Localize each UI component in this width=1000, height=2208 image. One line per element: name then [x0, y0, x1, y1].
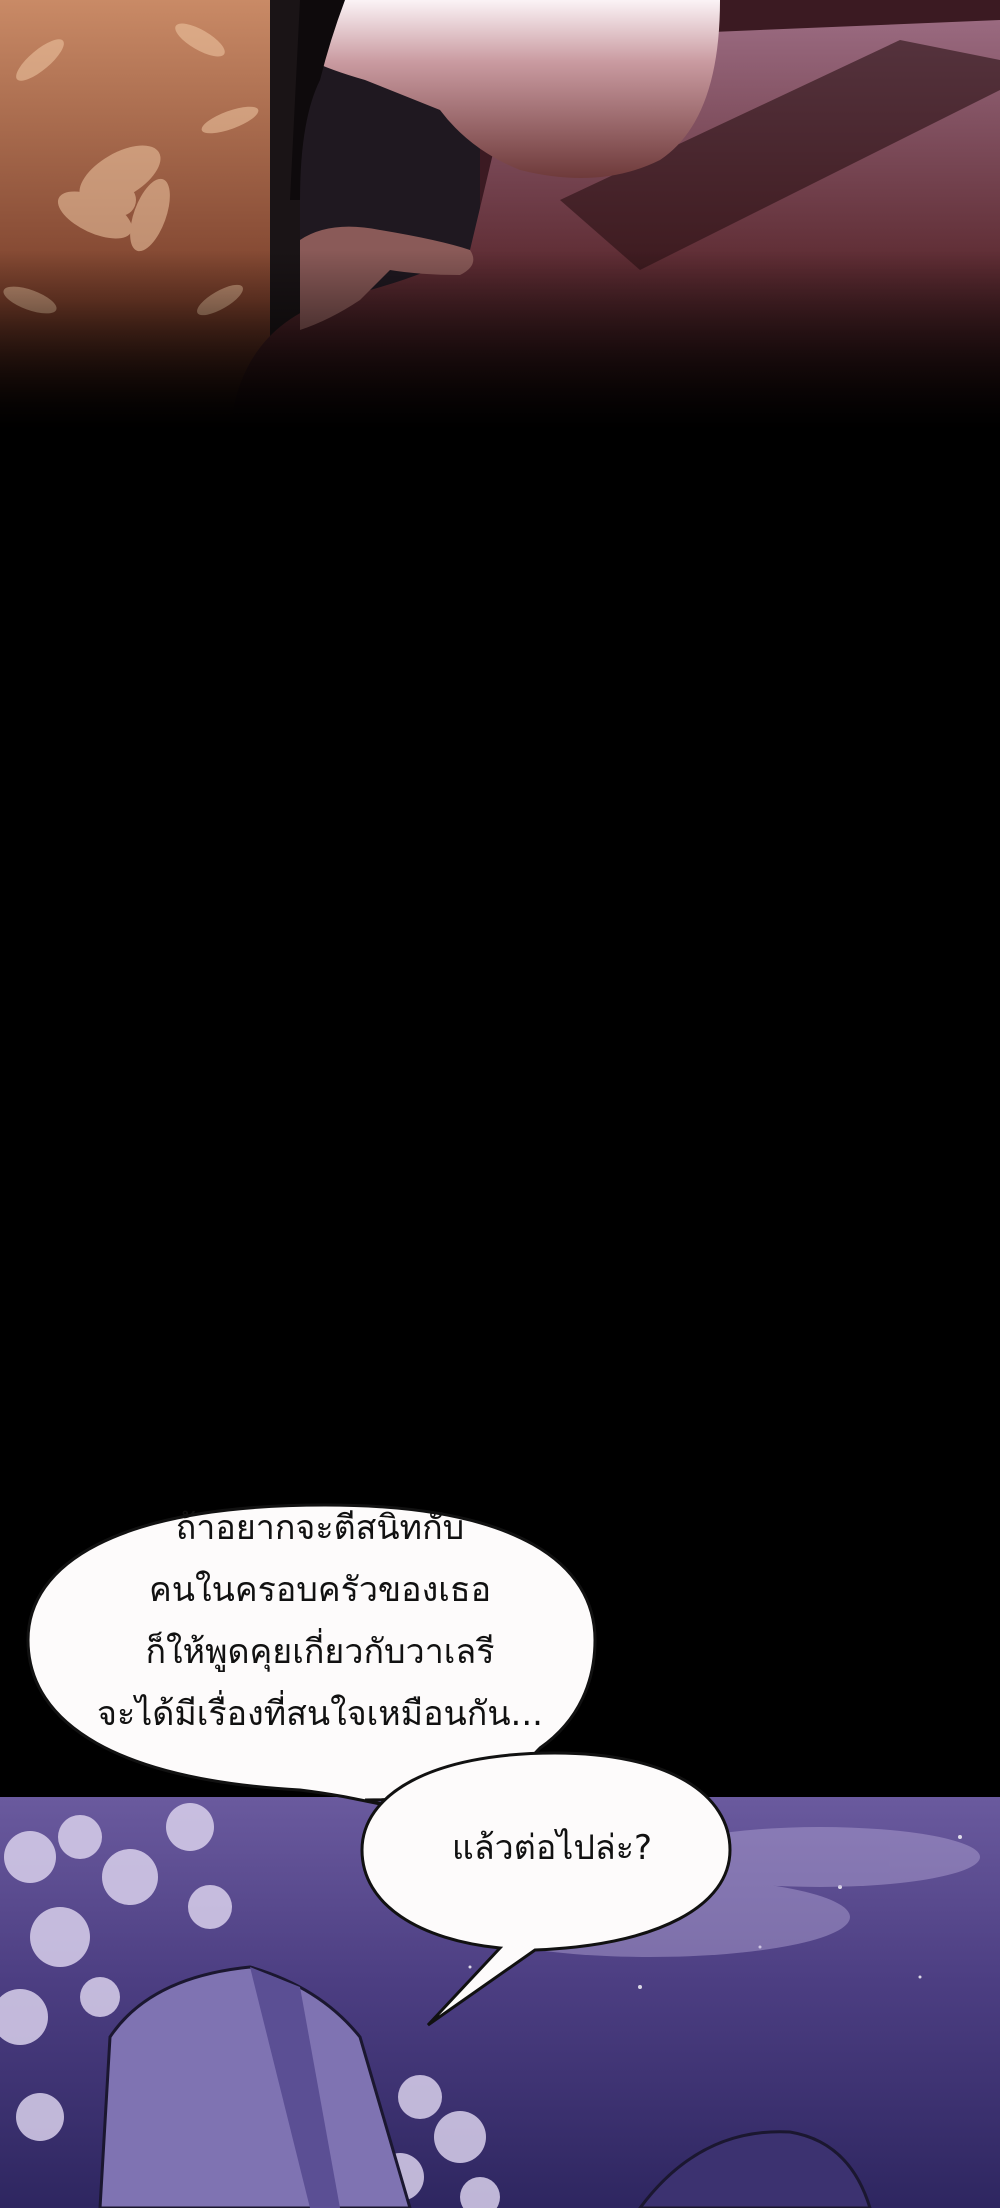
comic-panel-night: [0, 1797, 1000, 2208]
speech-bubble-1-line-2: คนในครอบครัวของเธอ: [149, 1570, 491, 1610]
speech-bubble-1-line-1: ถ้าอยากจะตีสนิทกับ: [175, 1508, 465, 1548]
panel-night-artwork: [0, 1803, 980, 2208]
speech-bubble-1-line-4: จะได้มีเรื่องที่สนใจเหมือนกัน...: [97, 1694, 543, 1734]
comic-panel-top: [0, 0, 1000, 430]
speech-bubble-1-text: ถ้าอยากจะตีสนิทกับ คนในครอบครัวของเธอ ก็…: [80, 1497, 560, 1745]
speech-bubble-1-line-3: ก็ให้พูดคุยเกี่ยวกับวาเลรี: [145, 1632, 495, 1672]
panel-top-artwork: [0, 0, 1000, 430]
comic-panel-black: [0, 430, 1000, 1380]
